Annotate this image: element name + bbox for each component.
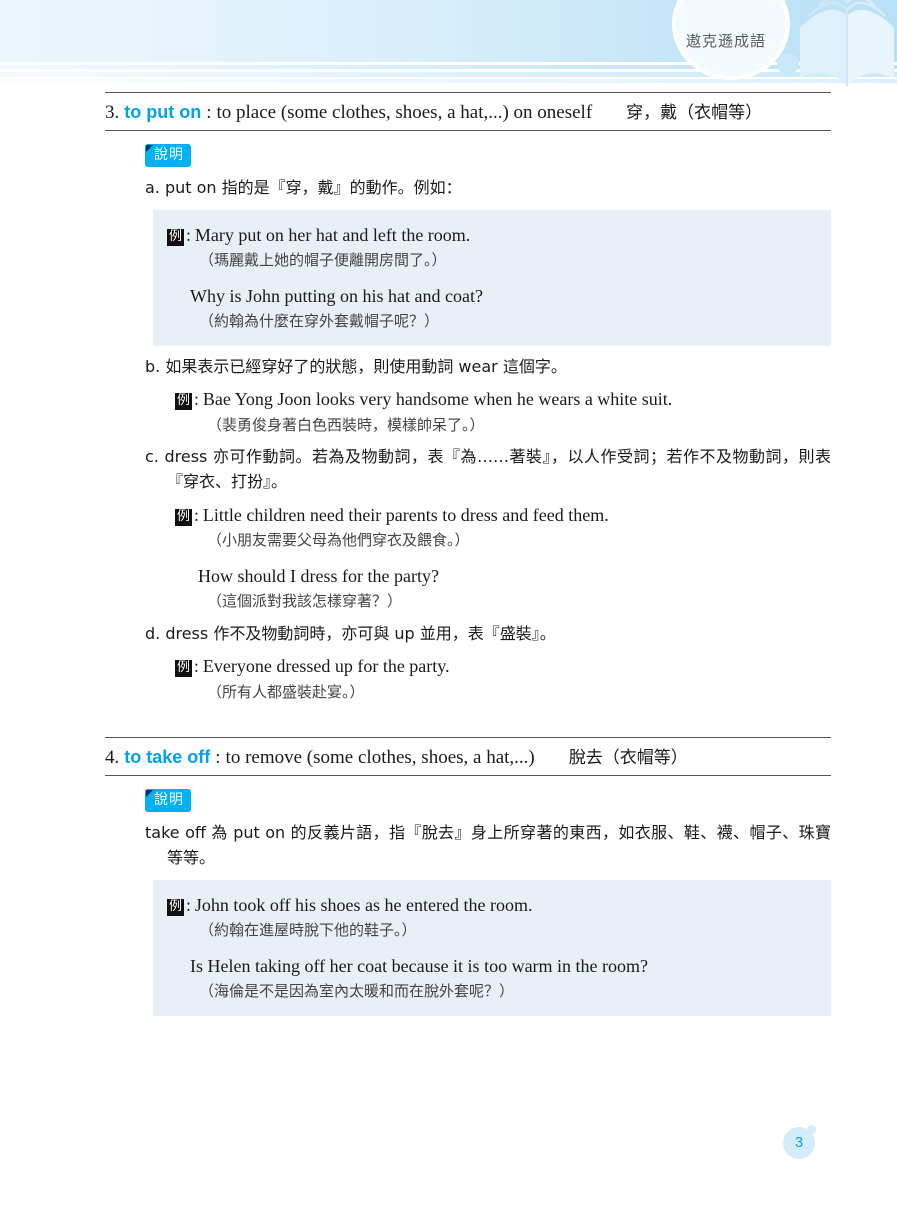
example-sentence-line: Why is John putting on his hat and coat? <box>167 283 815 309</box>
example-english: Everyone dressed up for the party. <box>202 656 450 677</box>
page-number-badge: 3 <box>783 1125 816 1159</box>
example-english: John took off his shoes as he entered th… <box>194 894 533 915</box>
example-english: Is Helen taking off her coat because it … <box>190 955 649 976</box>
entry-section: 3. to put on: to place (some clothes, shoe… <box>0 92 897 703</box>
example-colon: : <box>194 389 199 410</box>
example-sentence-line: 例: Everyone dressed up for the party. <box>175 653 831 679</box>
entry-definition: to remove (some clothes, shoes, a hat,..… <box>225 747 535 769</box>
example-group: Is Helen taking off her coat because it … <box>167 953 815 1003</box>
header-title: 遨克遜成語 <box>686 32 767 50</box>
example-english: Why is John putting on his hat and coat? <box>190 285 483 306</box>
example-translation: （約翰在進屋時脫下他的鞋子。） <box>199 921 417 940</box>
note-paragraph: d. dress 作不及物動詞時，亦可與 up 並用，表『盛裝』。 <box>145 623 556 643</box>
example-sentence-line: 例: John took off his shoes as he entered … <box>167 892 815 918</box>
example-group: 例: Bae Yong Joon looks very handsome when… <box>175 386 831 436</box>
example-translation: （所有人都盛裝赴宴。） <box>207 682 365 701</box>
example-translation: （裴勇俊身著白色西裝時，模樣帥呆了。） <box>207 415 485 434</box>
example-box: 例: Little children need their parents to … <box>175 502 831 613</box>
example-english: Little children need their parents to dr… <box>202 504 609 525</box>
entry-colon: : <box>215 747 221 769</box>
example-group: 例: Everyone dressed up for the party. （所有人… <box>175 653 831 703</box>
example-marker-spacer <box>175 564 192 581</box>
example-box: 例: John took off his shoes as he entered … <box>153 879 831 1016</box>
example-sentence-line: 例: Bae Yong Joon looks very handsome when… <box>175 386 831 412</box>
example-colon: : <box>186 224 191 245</box>
page-header: 遨克遜成語 <box>0 0 897 92</box>
example-marker-icon: 例 <box>167 228 184 246</box>
entry-phrase[interactable]: to put on <box>124 102 201 123</box>
example-group: How should I dress for the party? （這個派對我該… <box>175 563 831 613</box>
example-group: Why is John putting on his hat and coat?… <box>167 283 815 333</box>
example-marker-icon: 例 <box>175 660 192 678</box>
header-stripe <box>0 79 897 83</box>
example-translation: （這個派對我該怎樣穿著？） <box>207 592 403 611</box>
example-translation: （小朋友需要父母為他們穿衣及餵食。） <box>207 531 470 550</box>
example-english: Mary put on her hat and left the room. <box>194 224 471 245</box>
example-sentence-line: 例: Little children need their parents to … <box>175 502 831 528</box>
entry-chinese-gloss: 脫去（衣帽等） <box>568 748 688 769</box>
example-box: 例: Everyone dressed up for the party. （所有人… <box>175 653 831 703</box>
example-sentence-line: Is Helen taking off her coat because it … <box>167 953 815 979</box>
example-translation: （約翰為什麼在穿外套戴帽子呢？） <box>199 312 440 331</box>
note-badge-wrapper: 說明 <box>145 789 199 813</box>
example-english: Bae Yong Joon looks very handsome when h… <box>202 389 673 410</box>
example-english: How should I dress for the party? <box>198 565 439 586</box>
example-colon: : <box>194 504 199 525</box>
note-paragraph: c. dress 亦可作動詞。若為及物動詞，表『為……著裝』，以人作受詞；若作不… <box>145 447 831 492</box>
example-box: 例: Bae Yong Joon looks very handsome when… <box>175 386 831 436</box>
example-group: 例: John took off his shoes as he entered … <box>167 892 815 942</box>
entry-number: 4. <box>105 747 120 769</box>
example-sentence-line: 例: Mary put on her hat and left the room. <box>167 222 815 248</box>
example-box: 例: Mary put on her hat and left the room.… <box>153 209 831 346</box>
entry-chinese-gloss: 穿，戴（衣帽等） <box>626 103 763 123</box>
note-paragraph: b. 如果表示已經穿好了的狀態，則使用動詞 wear 這個字。 <box>145 356 567 376</box>
entry-definition: to place (some clothes, shoes, a hat,...… <box>216 102 593 123</box>
note-corner-mark <box>146 790 153 798</box>
example-group: 例: Little children need their parents to … <box>175 502 831 552</box>
example-marker-spacer <box>167 954 184 971</box>
note-paragraph: a. put on 指的是『穿，戴』的動作。例如： <box>145 178 462 197</box>
example-translation: （瑪麗戴上她的帽子便離開房間了。） <box>199 251 447 270</box>
note-corner-mark <box>146 145 153 152</box>
entry-phrase[interactable]: to take off <box>124 747 210 768</box>
example-marker-icon: 例 <box>167 898 184 916</box>
example-marker-icon: 例 <box>175 508 192 526</box>
entry-colon: : <box>206 102 212 123</box>
entry-heading: 4. to take off: to remove (some clothes, s… <box>105 737 831 777</box>
note-badge-wrapper: 說明 <box>145 144 199 167</box>
example-marker-icon: 例 <box>175 393 192 411</box>
entry-section: 4. to take off: to remove (some clothes, s… <box>0 737 897 1016</box>
page-number: 3 <box>794 1134 804 1151</box>
example-sentence-line: How should I dress for the party? <box>175 563 831 589</box>
open-book-icon <box>800 0 894 87</box>
note-paragraph: take off 為 put on 的反義片語，指『脫去』身上所穿著的東西，如衣… <box>145 823 831 868</box>
document-body: 3. to put on: to place (some clothes, shoe… <box>0 92 897 1016</box>
entry-heading: 3. to put on: to place (some clothes, shoe… <box>105 92 831 131</box>
example-translation: （海倫是不是因為室內太暖和而在脫外套呢？） <box>199 982 515 1001</box>
example-group: 例: Mary put on her hat and left the room.… <box>167 222 815 272</box>
example-colon: : <box>194 656 199 677</box>
example-marker-spacer <box>167 284 184 301</box>
entry-number: 3. <box>105 102 120 123</box>
example-colon: : <box>186 894 191 915</box>
